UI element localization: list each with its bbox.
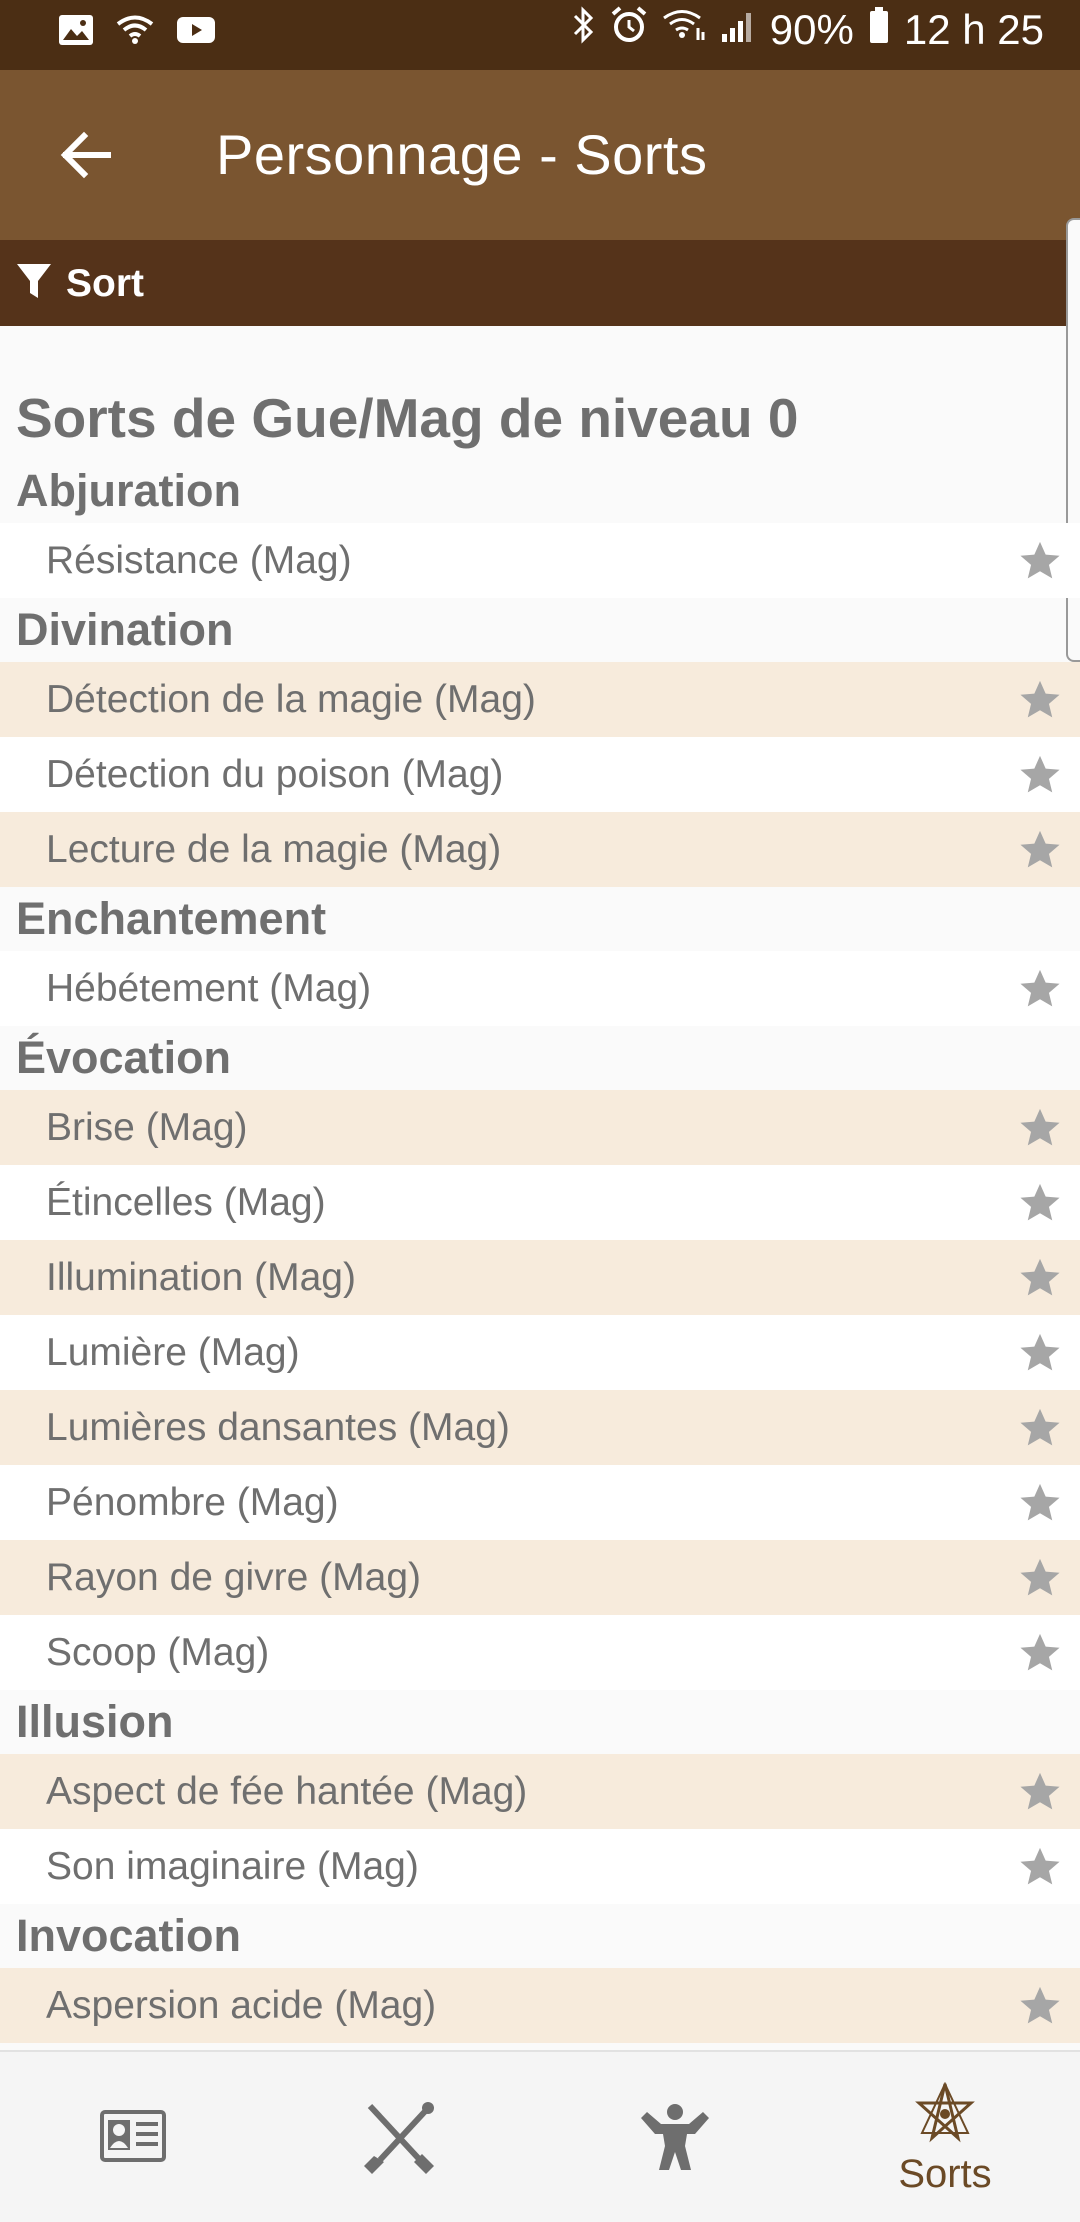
school-header: Divination: [16, 604, 234, 655]
spell-name: Illumination (Mag): [46, 1255, 356, 1299]
spell-name: Pénombre (Mag): [46, 1480, 339, 1524]
wifi-icon: [116, 15, 154, 50]
spell-list-container: Sorts de Gue/Mag de niveau 0 Abjuration R…: [0, 326, 1080, 2050]
section-title: Sorts de Gue/Mag de niveau 0: [16, 387, 799, 449]
spell-row[interactable]: Son imaginaire (Mag): [0, 1829, 1080, 1904]
favorite-star-icon[interactable]: [1018, 1332, 1062, 1374]
favorite-star-icon[interactable]: [1018, 968, 1062, 1010]
filter-icon[interactable]: [16, 262, 52, 307]
spell-row[interactable]: Lumière (Mag): [0, 1315, 1080, 1390]
spell-name: Brise (Mag): [46, 1105, 248, 1149]
bluetooth-icon: [572, 6, 596, 54]
spell-row[interactable]: Détection du poison (Mag): [0, 737, 1080, 812]
spell-row[interactable]: Aspersion acide (Mag): [0, 1968, 1080, 2043]
nav-spells-label[interactable]: Sorts: [810, 2152, 1080, 2197]
status-bar: 90% 12 h 25: [0, 0, 1080, 70]
spell-row[interactable]: Lumières dansantes (Mag): [0, 1390, 1080, 1465]
page-title-bar: Personnage - Sorts: [216, 123, 708, 186]
filter-label[interactable]: Sort: [66, 262, 144, 306]
signal-icon: [720, 6, 756, 54]
favorite-star-icon[interactable]: [1018, 1771, 1062, 1813]
spell-row[interactable]: Lecture de la magie (Mag): [0, 812, 1080, 887]
spell-row[interactable]: Illumination (Mag): [0, 1240, 1080, 1315]
favorite-star-icon[interactable]: [1018, 1257, 1062, 1299]
spell-row[interactable]: Scoop (Mag): [0, 1615, 1080, 1690]
battery-icon: [868, 6, 890, 54]
favorite-star-icon[interactable]: [1018, 1407, 1062, 1449]
spell-list: Abjuration Résistance (Mag) Divination Déte…: [0, 459, 1080, 2043]
favorite-star-icon[interactable]: [1018, 1107, 1062, 1149]
spell-row[interactable]: Résistance (Mag): [0, 523, 1080, 598]
favorite-star-icon[interactable]: [1018, 754, 1062, 796]
spell-name: Aspersion acide (Mag): [46, 1983, 437, 2027]
spell-name: Étincelles (Mag): [46, 1180, 326, 1224]
spell-row[interactable]: Rayon de givre (Mag): [0, 1540, 1080, 1615]
spell-name: Lumières dansantes (Mag): [46, 1405, 510, 1449]
favorite-star-icon[interactable]: [1018, 1632, 1062, 1674]
spell-name: Scoop (Mag): [46, 1630, 270, 1674]
spell-name: Hébétement (Mag): [46, 966, 372, 1010]
favorite-star-icon[interactable]: [1018, 1182, 1062, 1224]
spell-name: Détection du poison (Mag): [46, 752, 504, 796]
image-icon: [58, 14, 94, 51]
youtube-icon: [176, 15, 216, 50]
favorite-star-icon[interactable]: [1018, 1482, 1062, 1524]
spell-row[interactable]: Aspect de fée hantée (Mag): [0, 1754, 1080, 1829]
spell-name: Rayon de givre (Mag): [46, 1555, 421, 1599]
favorite-star-icon[interactable]: [1018, 679, 1062, 721]
nav-equipment[interactable]: [270, 2052, 540, 2222]
clock-time: 12 h 25: [903, 6, 1044, 53]
school-header: Invocation: [16, 1910, 242, 1961]
id-card-icon: [100, 2110, 166, 2162]
spell-row[interactable]: Détection de la magie (Mag): [0, 662, 1080, 737]
school-header: Abjuration: [16, 465, 241, 516]
favorite-star-icon[interactable]: [1018, 1985, 1062, 2027]
heptagram-star-icon: [915, 2082, 975, 2143]
wifi-signal-icon: [662, 6, 706, 54]
spell-name: Lumière (Mag): [46, 1330, 300, 1374]
nav-character-sheet[interactable]: [0, 2052, 270, 2222]
app-bar: Personnage - Sorts: [0, 70, 1080, 240]
spell-row[interactable]: Pénombre (Mag): [0, 1465, 1080, 1540]
nav-spells[interactable]: Sorts: [810, 2052, 1080, 2222]
spell-name: Détection de la magie (Mag): [46, 677, 536, 721]
alarm-icon: [610, 6, 648, 54]
school-header: Illusion: [16, 1696, 174, 1747]
arrow-back-icon[interactable]: [52, 120, 122, 190]
strongman-icon: [641, 2104, 709, 2170]
spell-row[interactable]: Étincelles (Mag): [0, 1165, 1080, 1240]
nav-abilities[interactable]: [540, 2052, 810, 2222]
school-header: Évocation: [16, 1032, 232, 1083]
crossed-weapons-icon: [364, 2102, 434, 2174]
favorite-star-icon[interactable]: [1018, 1846, 1062, 1888]
favorite-star-icon[interactable]: [1018, 1557, 1062, 1599]
battery-percent: 90%: [769, 6, 854, 53]
bottom-navigation: Sorts: [0, 2050, 1080, 2222]
spell-name: Résistance (Mag): [46, 538, 352, 582]
spell-name: Aspect de fée hantée (Mag): [46, 1769, 528, 1813]
filter-bar[interactable]: Sort: [0, 240, 1080, 326]
spell-name: Lecture de la magie (Mag): [46, 827, 502, 871]
spell-row[interactable]: Hébétement (Mag): [0, 951, 1080, 1026]
favorite-star-icon[interactable]: [1018, 540, 1062, 582]
spell-row[interactable]: Brise (Mag): [0, 1090, 1080, 1165]
spell-name: Son imaginaire (Mag): [46, 1844, 419, 1888]
school-header: Enchantement: [16, 893, 327, 944]
favorite-star-icon[interactable]: [1018, 829, 1062, 871]
